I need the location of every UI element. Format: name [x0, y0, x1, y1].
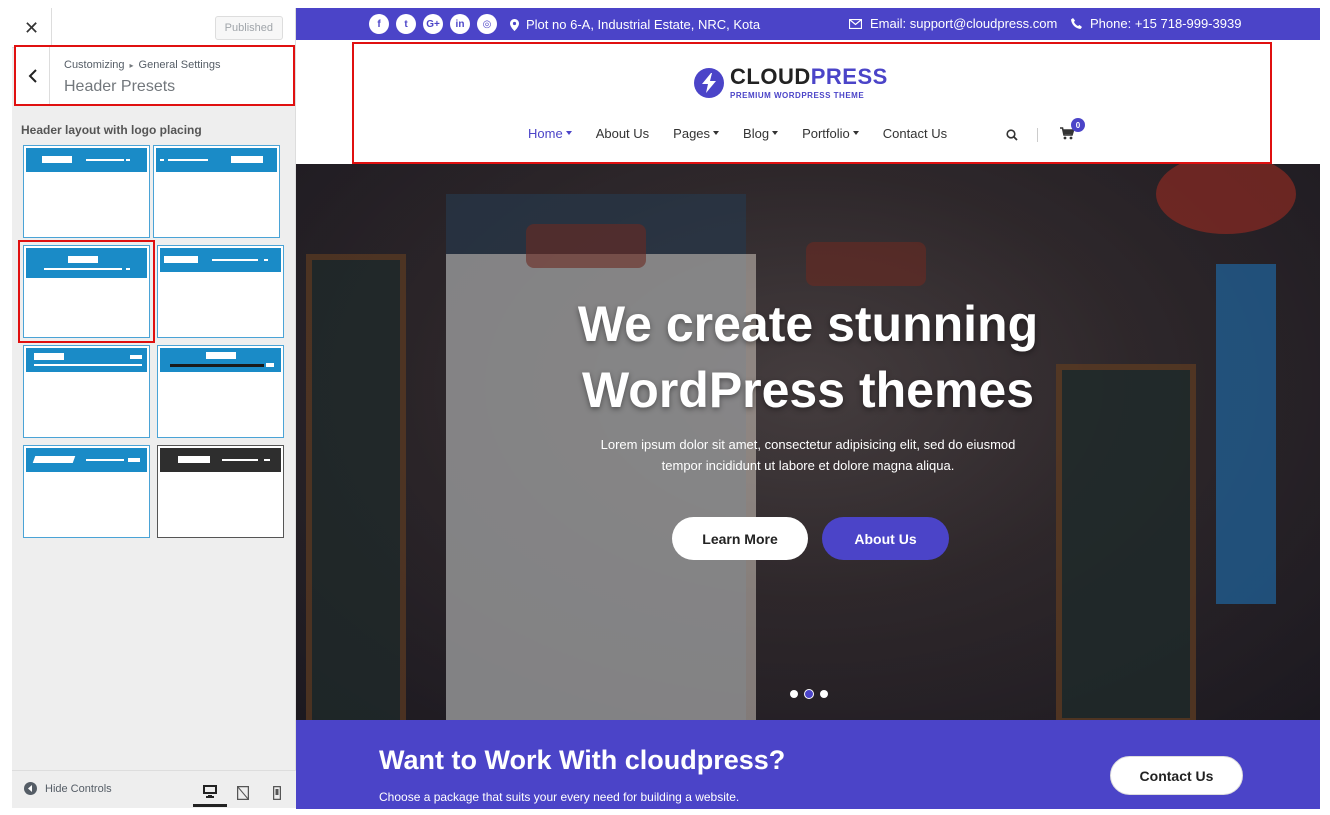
slider-dots [790, 689, 828, 699]
section-title: Header Presets [64, 78, 176, 95]
mobile-icon [273, 786, 281, 800]
slider-dot-3[interactable] [820, 690, 828, 698]
preset-header-bar [26, 448, 147, 472]
hide-controls-button[interactable]: Hide Controls [24, 782, 112, 795]
published-button[interactable]: Published [214, 16, 283, 40]
phone-info[interactable]: Phone: +15 718-999-3939 [1071, 16, 1241, 31]
envelope-icon [849, 18, 862, 29]
caret-down-icon [565, 130, 572, 135]
preset-header-bar [160, 248, 281, 272]
preset-header-bar [160, 448, 281, 472]
preset-header-bar [26, 148, 147, 172]
phone-text: Phone: +15 718-999-3939 [1090, 16, 1242, 31]
google-plus-icon[interactable]: G+ [423, 14, 443, 34]
contact-us-button[interactable]: Contact Us [1110, 756, 1243, 795]
nav-item-portfolio[interactable]: Portfolio [802, 126, 859, 141]
cta-title: Want to Work With cloudpress? [379, 745, 786, 775]
call-to-action: Want to Work With cloudpress? Choose a p… [296, 720, 1320, 809]
header-preset-7[interactable] [23, 445, 150, 538]
search-icon[interactable] [1006, 128, 1018, 146]
close-customizer-button[interactable]: ✕ [12, 8, 52, 48]
nav-item-pages[interactable]: Pages [673, 126, 720, 141]
device-mobile-button[interactable] [260, 779, 294, 807]
linkedin-icon[interactable]: in [450, 14, 470, 34]
nav-item-contact-us[interactable]: Contact Us [883, 126, 947, 141]
hero-background-shape [806, 242, 926, 286]
header-layout-label: Header layout with logo placing [21, 123, 202, 137]
about-us-button[interactable]: About Us [822, 517, 949, 560]
tablet-icon [237, 786, 249, 800]
address-info: Plot no 6-A, Industrial Estate, NRC, Kot… [510, 17, 760, 32]
logo-tagline: PREMIUM WORDPRESS THEME [730, 91, 865, 100]
learn-more-button[interactable]: Learn More [672, 517, 808, 560]
lightning-bolt-icon [694, 68, 724, 98]
header-preset-3-selected[interactable] [18, 240, 155, 343]
email-text: Email: support@cloudpress.com [870, 16, 1058, 31]
site-preview: f t G+ in ◎ Plot no 6-A, Industrial Esta… [296, 8, 1320, 809]
phone-icon [1071, 18, 1082, 29]
facebook-icon[interactable]: f [369, 14, 389, 34]
hero-slider: We create stunning WordPress themes Lore… [296, 164, 1320, 720]
collapse-icon [24, 782, 37, 795]
address-text: Plot no 6-A, Industrial Estate, NRC, Kot… [526, 17, 761, 32]
logo-name: CLOUDPRESS [730, 64, 888, 89]
breadcrumb-section: General Settings [138, 59, 221, 71]
hero-title: We create stunning WordPress themes [577, 296, 1039, 418]
site-header: CLOUDPRESS PREMIUM WORDPRESS THEME Home … [352, 42, 1272, 164]
customizer-panel: ✕ Published Customizing ▸ General Settings… [12, 8, 296, 808]
hide-controls-label: Hide Controls [45, 782, 112, 795]
back-button[interactable] [16, 47, 50, 104]
hero-background-shape [1156, 164, 1296, 234]
email-info[interactable]: Email: support@cloudpress.com [849, 16, 1057, 31]
hero-background-shape [526, 224, 646, 268]
nav-item-about-us[interactable]: About Us [596, 126, 649, 141]
header-preset-6[interactable] [157, 345, 284, 438]
desktop-icon [203, 785, 217, 798]
header-preset-2[interactable] [153, 145, 280, 238]
breadcrumb-root: Customizing [64, 59, 125, 71]
cart-count-badge: 0 [1071, 118, 1085, 132]
map-marker-icon [510, 18, 519, 31]
header-preset-4[interactable] [157, 245, 284, 338]
nav-item-blog[interactable]: Blog [743, 126, 779, 141]
customizer-header: ✕ Published [12, 8, 295, 48]
caret-down-icon [713, 130, 720, 135]
header-preset-1[interactable] [23, 145, 150, 238]
preset-header-bar [156, 148, 277, 172]
nav-divider [1037, 128, 1038, 142]
site-logo[interactable]: CLOUDPRESS PREMIUM WORDPRESS THEME [694, 66, 888, 100]
caret-down-icon [852, 130, 859, 135]
chevron-left-icon [28, 68, 37, 83]
preset-header-bar [26, 248, 147, 278]
social-links: f t G+ in ◎ [369, 14, 497, 34]
slider-dot-2[interactable] [804, 689, 814, 699]
preset-header-bar [160, 348, 281, 372]
device-desktop-button[interactable] [193, 779, 227, 807]
breadcrumb-separator: ▸ [129, 61, 134, 70]
preset-header-bar [26, 348, 147, 372]
top-bar: f t G+ in ◎ Plot no 6-A, Industrial Esta… [296, 8, 1320, 40]
header-preset-5[interactable] [23, 345, 150, 438]
breadcrumb: Customizing ▸ General Settings [64, 59, 220, 71]
cta-subtitle: Choose a package that suits your every n… [379, 790, 740, 804]
instagram-icon[interactable]: ◎ [477, 14, 497, 34]
device-tablet-button[interactable] [226, 779, 260, 807]
nav-item-home[interactable]: Home [528, 126, 572, 141]
customizer-footer: Hide Controls [12, 770, 296, 808]
main-nav: Home About Us Pages Blog Portfolio Conta… [528, 126, 971, 141]
header-preset-8[interactable] [157, 445, 284, 538]
section-header: Customizing ▸ General Settings Header Pres… [14, 45, 295, 106]
slider-dot-1[interactable] [790, 690, 798, 698]
caret-down-icon [772, 130, 779, 135]
hero-subtitle: Lorem ipsum dolor sit amet, consectetur … [600, 437, 1016, 473]
twitter-icon[interactable]: t [396, 14, 416, 34]
